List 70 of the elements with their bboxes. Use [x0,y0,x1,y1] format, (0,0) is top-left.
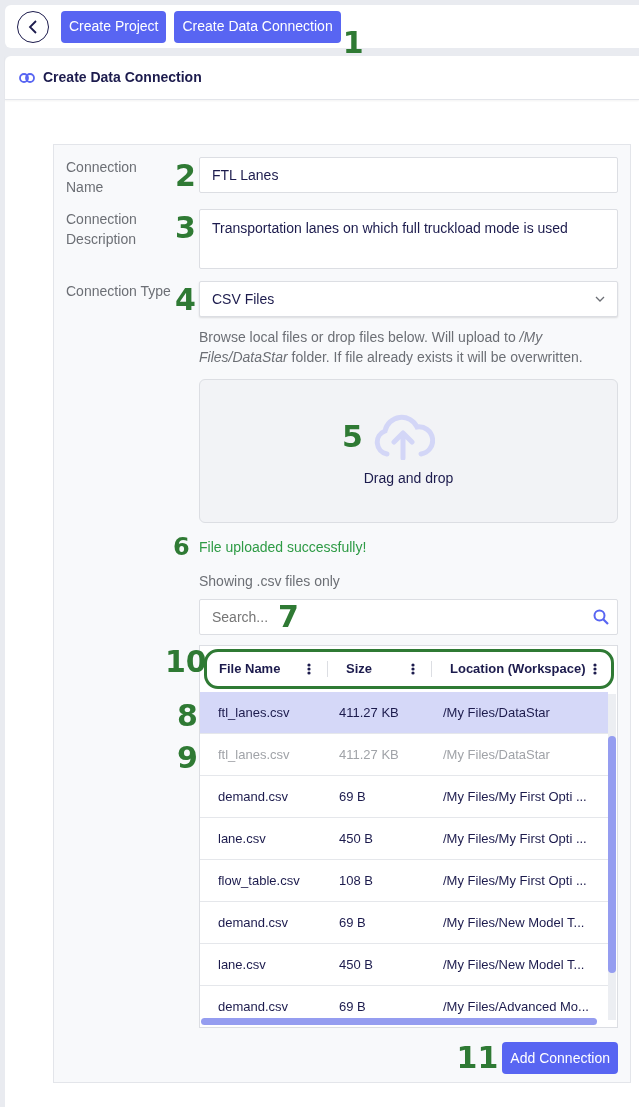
field-label: Connection Type [66,282,172,301]
table-cell-text: /My Files/DataStar [442,703,551,722]
back-button[interactable] [17,10,49,43]
callout-number: 10 [165,647,207,677]
table-cell-text: flow_table.csv [217,871,301,890]
filter-note: Showing .csv files only [199,572,341,591]
table-cell-text: /My Files/My First Opti ... [442,871,588,890]
upload-hint: Browse local files or drop files below. Will upload to /My Files/DataStar folder. If file already exists it will be overwritten. [199,328,584,367]
drop-zone[interactable]: 5 Drag and drop [199,379,618,523]
column-header[interactable]: Size [346,659,372,679]
description-field[interactable]: Transportation lanes on which full truckload mode is used [199,209,618,269]
table-cell-text: 69 B [338,997,367,1016]
table-cell-text: lane.csv [217,955,267,974]
table-cell-text: 69 B [338,913,367,932]
column-menu-icon[interactable] [307,663,311,675]
callout-number: 8 [177,701,198,731]
callout-number: 5 [342,421,363,452]
upload-status: File uploaded successfully! [199,538,368,557]
table-cell-text: lane.csv [217,829,267,848]
toolbar-button[interactable]: Create Project [61,10,167,43]
table-cell-text: /My Files/DataStar [442,745,551,764]
caret-icon [595,296,605,302]
callout-number: 11 [456,1043,499,1073]
toolbar-button[interactable]: Create Data Connection [174,10,341,43]
table-cell-text: demand.csv [217,787,290,806]
table-cell-text: /My Files/My First Opti ... [442,829,588,848]
table-cell-text: /My Files/My First Opti ... [442,787,588,806]
table-cell-text: /My Files/Advanced Mo... [442,997,590,1016]
scrollbar-thumb[interactable] [201,1018,597,1025]
field-label: Connection Name [66,158,138,197]
callout-number: 2 [175,157,197,195]
field-label: Connection Description [66,210,138,249]
scrollbar-thumb[interactable] [608,736,616,973]
column-header[interactable]: File Name [219,659,281,679]
add-connection-button[interactable]: Add Connection [502,1042,618,1074]
table-cell-text: demand.csv [217,913,290,932]
table-row[interactable]: flow_table.csv 108 B /My Files/My First Opti ... [200,860,608,902]
table-cell-text: ftl_lanes.csv [217,745,291,764]
table-cell-text: 411.27 KB [338,703,400,722]
table-cell-text: ftl_lanes.csv [217,703,291,722]
column-header[interactable]: Location (Workspace) [450,659,586,679]
table-cell-text: /My Files/New Model T... [442,913,586,932]
callout-number: 6 [173,533,190,561]
callout-number: 3 [175,209,197,247]
callout-number: 9 [177,743,198,773]
table-row[interactable]: demand.csv 69 B /My Files/New Model T... [200,902,608,944]
table-cell-text: 411.27 KB [338,745,400,764]
table-row[interactable]: lane.csv 450 B /My Files/New Model T... [200,944,608,986]
name-field[interactable]: FTL Lanes [199,157,618,193]
search-field[interactable]: Search... 7 [199,599,618,635]
search-icon[interactable] [593,609,609,625]
table-row[interactable]: ftl_lanes.csv 411.27 KB /My Files/DataStar [200,692,608,734]
drop-zone-label: Drag and drop [363,468,454,488]
table-row[interactable]: demand.csv 69 B /My Files/My First Opti ... [200,776,608,818]
callout-number: 1 [342,28,364,58]
back-icon [28,19,38,34]
table-row[interactable]: lane.csv 450 B /My Files/My First Opti ... [200,818,608,860]
table-cell-text: 108 B [338,871,374,890]
table-cell-text: 450 B [338,829,374,848]
section-title: Create Data Connection [43,68,202,87]
type-dropdown[interactable]: CSV Files [199,281,618,317]
column-menu-icon[interactable] [411,663,415,675]
callout-number: 7 [278,602,299,632]
table-cell-text: demand.csv [217,997,290,1016]
table-cell-text: /My Files/New Model T... [442,955,586,974]
table-cell-text: 450 B [338,955,374,974]
callout-number: 4 [175,281,197,317]
column-menu-icon[interactable] [593,663,597,675]
table-cell-text: 69 B [338,787,367,806]
connection-icon [19,72,35,83]
